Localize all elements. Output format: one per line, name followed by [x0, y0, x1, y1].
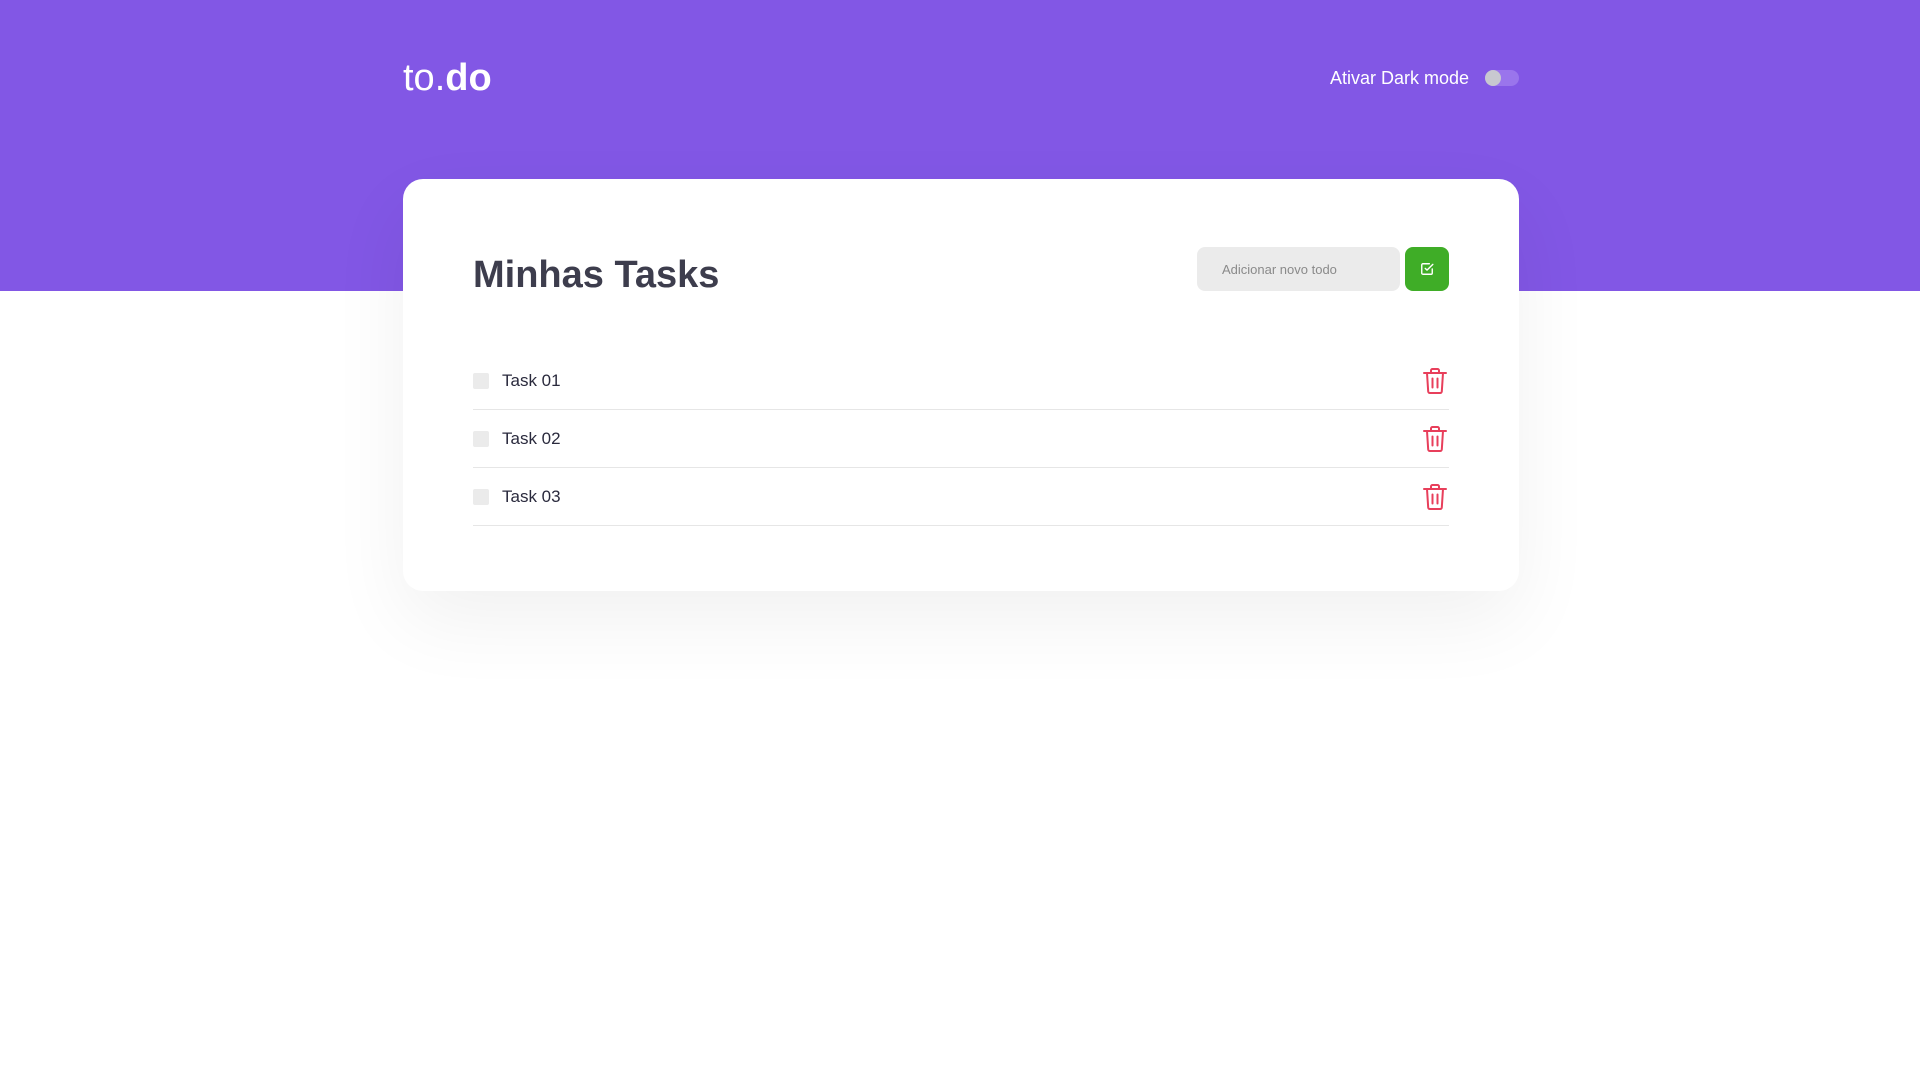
- task-label: Task 01: [502, 370, 561, 390]
- add-todo-group: [1197, 247, 1449, 291]
- trash-icon: [1422, 425, 1448, 453]
- tasks-card: Minhas Tasks Task 01: [403, 179, 1519, 591]
- task-row: Task 02: [473, 410, 1449, 468]
- task-checkbox[interactable]: [473, 372, 489, 389]
- logo-part-dot: .: [434, 57, 446, 99]
- dark-mode-toggle[interactable]: [1485, 70, 1519, 86]
- check-square-icon: [1420, 262, 1434, 276]
- delete-task-button[interactable]: [1421, 367, 1449, 395]
- task-toggle[interactable]: Task 03: [473, 487, 561, 507]
- task-checkbox[interactable]: [473, 488, 489, 505]
- dark-mode-control: Ativar Dark mode: [1330, 68, 1519, 89]
- card-header: Minhas Tasks: [473, 247, 1449, 296]
- task-list: Task 01 Task 02 Task 03: [473, 352, 1449, 526]
- dark-mode-label: Ativar Dark mode: [1329, 67, 1469, 88]
- delete-task-button[interactable]: [1421, 483, 1449, 511]
- task-row: Task 01: [473, 352, 1449, 410]
- task-row: Task 03: [473, 468, 1449, 526]
- task-label: Task 03: [502, 486, 561, 506]
- delete-task-button[interactable]: [1421, 425, 1449, 453]
- logo-part-do: do: [445, 57, 492, 99]
- new-todo-input[interactable]: [1197, 247, 1400, 291]
- app-logo: to.do: [403, 59, 492, 97]
- toggle-knob: [1485, 70, 1501, 86]
- add-todo-button[interactable]: [1405, 247, 1449, 291]
- trash-icon: [1422, 367, 1448, 395]
- task-checkbox[interactable]: [473, 430, 489, 447]
- task-toggle[interactable]: Task 02: [473, 429, 561, 449]
- trash-icon: [1422, 483, 1448, 511]
- task-toggle[interactable]: Task 01: [473, 371, 561, 391]
- task-label: Task 02: [502, 428, 561, 448]
- page-title: Minhas Tasks: [473, 253, 720, 296]
- header-content: to.do Ativar Dark mode: [403, 56, 1519, 100]
- logo-part-to: to: [403, 57, 435, 99]
